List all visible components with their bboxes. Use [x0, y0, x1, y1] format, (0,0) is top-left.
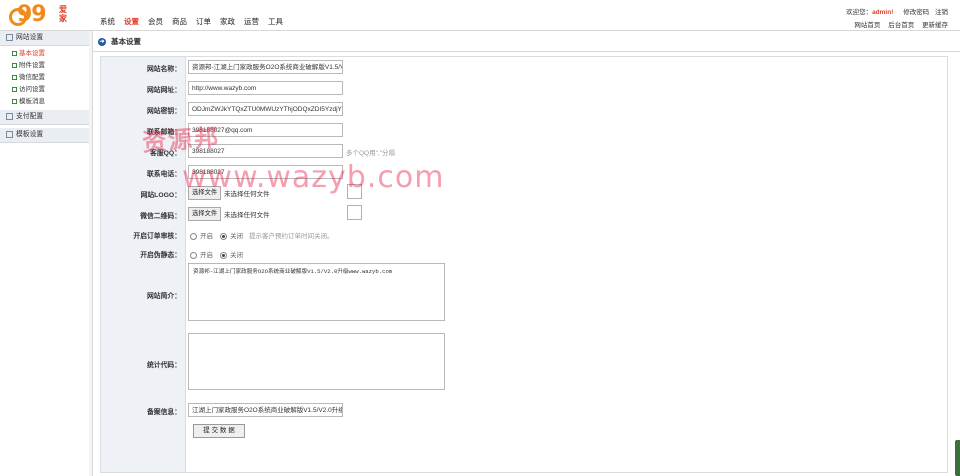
- nav-housekeeping[interactable]: 家政: [220, 16, 235, 27]
- sidebar: 网站设置 基本设置 附件设置 微信配置 访问设置 模板消息 支付配置 模板设置: [0, 31, 90, 476]
- top-navigation: 系统 设置 会员 商品 订单 家政 运营 工具: [100, 16, 292, 27]
- pseudo-static-off-radio[interactable]: 关闭: [220, 249, 243, 259]
- site-name-label: 网站名称：: [147, 66, 181, 73]
- logout-link[interactable]: 注销: [935, 9, 948, 16]
- submit-button[interactable]: 提 交 数 据: [193, 424, 245, 438]
- sidebar-item-attachment-settings[interactable]: 附件设置: [12, 60, 89, 72]
- admin-home-link[interactable]: 后台首页: [888, 22, 914, 29]
- collapse-box-icon: [6, 130, 13, 138]
- wechat-qr-label: 微信二维码：: [140, 213, 181, 220]
- site-key-label: 网站密钥：: [147, 108, 181, 115]
- sidebar-item-access-settings[interactable]: 访问设置: [12, 84, 89, 96]
- change-password-link[interactable]: 修改密码: [903, 9, 929, 16]
- radio-label: 开启: [200, 252, 213, 259]
- icp-label: 备案信息：: [147, 409, 181, 416]
- radio-label: 关闭: [230, 252, 243, 259]
- nav-operations[interactable]: 运营: [244, 16, 259, 27]
- sidebar-group-template-settings[interactable]: 模板设置: [0, 128, 89, 143]
- radio-circle-checked-icon: [220, 251, 227, 259]
- settings-form: 网站名称： 资源邦-江湖上门家政服务O2O系统商业破解版V1.5/V2. 网站网…: [100, 56, 948, 473]
- stats-code-textarea[interactable]: [188, 333, 445, 390]
- arrow-right-circle-icon: ➜: [98, 38, 106, 47]
- nav-goods[interactable]: 商品: [172, 16, 187, 27]
- icp-input[interactable]: 江湖上门家政服务O2O系统商业破解版V1.5/V2.0升级: [188, 403, 343, 417]
- logo-brand: 爱家: [59, 5, 67, 23]
- site-logo[interactable]: 99 爱家: [9, 3, 79, 27]
- site-url-label: 网站网址：: [147, 87, 181, 94]
- order-review-on-radio[interactable]: 开启: [190, 230, 213, 240]
- sidebar-item-wechat-config[interactable]: 微信配置: [12, 72, 89, 84]
- watermark-text-cn: 资源邦: [141, 123, 222, 157]
- title-divider: [92, 51, 960, 52]
- nav-members[interactable]: 会员: [148, 16, 163, 27]
- row-site-intro: 网站简介： 资源邦-江湖上门家政服务O2O系统商业破解版V1.5/V2.0升级w…: [101, 263, 947, 323]
- radio-circle-icon: [190, 251, 197, 259]
- nav-settings[interactable]: 设置: [124, 16, 139, 27]
- order-review-label: 开启订单审核：: [133, 233, 181, 240]
- username: admin!: [872, 9, 894, 16]
- page-title: ➜ 基本设置: [98, 35, 141, 49]
- contact-phone-label: 联系电话：: [147, 171, 181, 178]
- bullet-icon: [12, 86, 17, 92]
- radio-label: 关闭: [230, 233, 243, 240]
- welcome-text: 欢迎您：: [846, 9, 873, 16]
- sidebar-item-basic-settings[interactable]: 基本设置: [12, 48, 89, 60]
- sidebar-group-payment-config[interactable]: 支付配置: [0, 110, 89, 125]
- sidebar-subitems: 基本设置 附件设置 微信配置 访问设置 模板消息: [0, 46, 89, 110]
- watermark-url: www.wazyb.com: [182, 160, 445, 195]
- collapse-box-icon: [6, 112, 13, 120]
- site-intro-textarea[interactable]: 资源邦-江湖上门家政服务O2O系统商业破解版V1.5/V2.0升级www.waz…: [188, 263, 445, 321]
- refresh-cache-link[interactable]: 更新缓存: [922, 22, 948, 29]
- radio-circle-checked-icon: [220, 232, 227, 240]
- service-qq-hint: 多个QQ用","分隔: [346, 150, 396, 157]
- sidebar-item-label: 微信配置: [19, 74, 45, 81]
- order-review-off-radio[interactable]: 关闭: [220, 230, 243, 240]
- nav-system[interactable]: 系统: [100, 16, 115, 27]
- nav-orders[interactable]: 订单: [196, 16, 211, 27]
- wechat-qr-preview-image: [347, 205, 362, 220]
- sidebar-item-template-messages[interactable]: 模板消息: [12, 96, 89, 108]
- site-home-link[interactable]: 网站首页: [854, 22, 880, 29]
- row-stats-code: 统计代码：: [101, 333, 947, 391]
- top-header: 99 爱家 系统 设置 会员 商品 订单 家政 运营 工具 欢迎您：admin!…: [0, 0, 960, 31]
- site-intro-label: 网站简介：: [147, 293, 181, 300]
- sidebar-group-label: 网站设置: [16, 34, 44, 41]
- order-review-hint: 提示客户预约订单时间关闭。: [249, 233, 334, 240]
- sidebar-group-label: 模板设置: [16, 131, 44, 138]
- wechat-qr-file-button[interactable]: 选择文件: [188, 207, 222, 221]
- quick-links: 网站首页 后台首页 更新缓存: [848, 19, 948, 29]
- pseudo-static-label: 开启伪静态：: [140, 252, 181, 259]
- site-url-input[interactable]: http://www.wazyb.com: [188, 81, 343, 95]
- nav-tools[interactable]: 工具: [268, 16, 283, 27]
- sidebar-item-label: 附件设置: [19, 62, 45, 69]
- sidebar-group-label: 支付配置: [16, 113, 44, 120]
- collapse-box-icon: [6, 33, 13, 41]
- site-key-input[interactable]: ODJmZWJkYTQxZTU0MWUzYThjODQxZDI5YzdjYm: [188, 102, 343, 116]
- site-name-input[interactable]: 资源邦-江湖上门家政服务O2O系统商业破解版V1.5/V2.: [188, 60, 343, 74]
- page-title-text: 基本设置: [111, 37, 141, 46]
- main-content: ➜ 基本设置 网站名称： 资源邦-江湖上门家政服务O2O系统商业破解版V1.5/V…: [92, 31, 960, 476]
- sidebar-item-label: 基本设置: [19, 50, 45, 57]
- radio-circle-icon: [190, 232, 197, 240]
- side-float-tab[interactable]: [955, 440, 960, 476]
- pseudo-static-on-radio[interactable]: 开启: [190, 249, 213, 259]
- wechat-qr-file-status: 未选择任何文件: [224, 212, 270, 219]
- user-bar: 欢迎您：admin! 修改密码 注销: [846, 6, 948, 16]
- bullet-icon: [12, 98, 17, 104]
- sidebar-item-label: 模板消息: [19, 98, 45, 105]
- radio-label: 开启: [200, 233, 213, 240]
- site-logo-label: 网站LOGO：: [140, 192, 181, 199]
- bullet-icon: [12, 74, 17, 80]
- bullet-icon: [12, 62, 17, 68]
- sidebar-group-site-settings[interactable]: 网站设置: [0, 31, 89, 46]
- bullet-icon: [12, 50, 17, 56]
- sidebar-item-label: 访问设置: [19, 86, 45, 93]
- stats-code-label: 统计代码：: [147, 362, 181, 369]
- logo-number: 99: [17, 2, 47, 27]
